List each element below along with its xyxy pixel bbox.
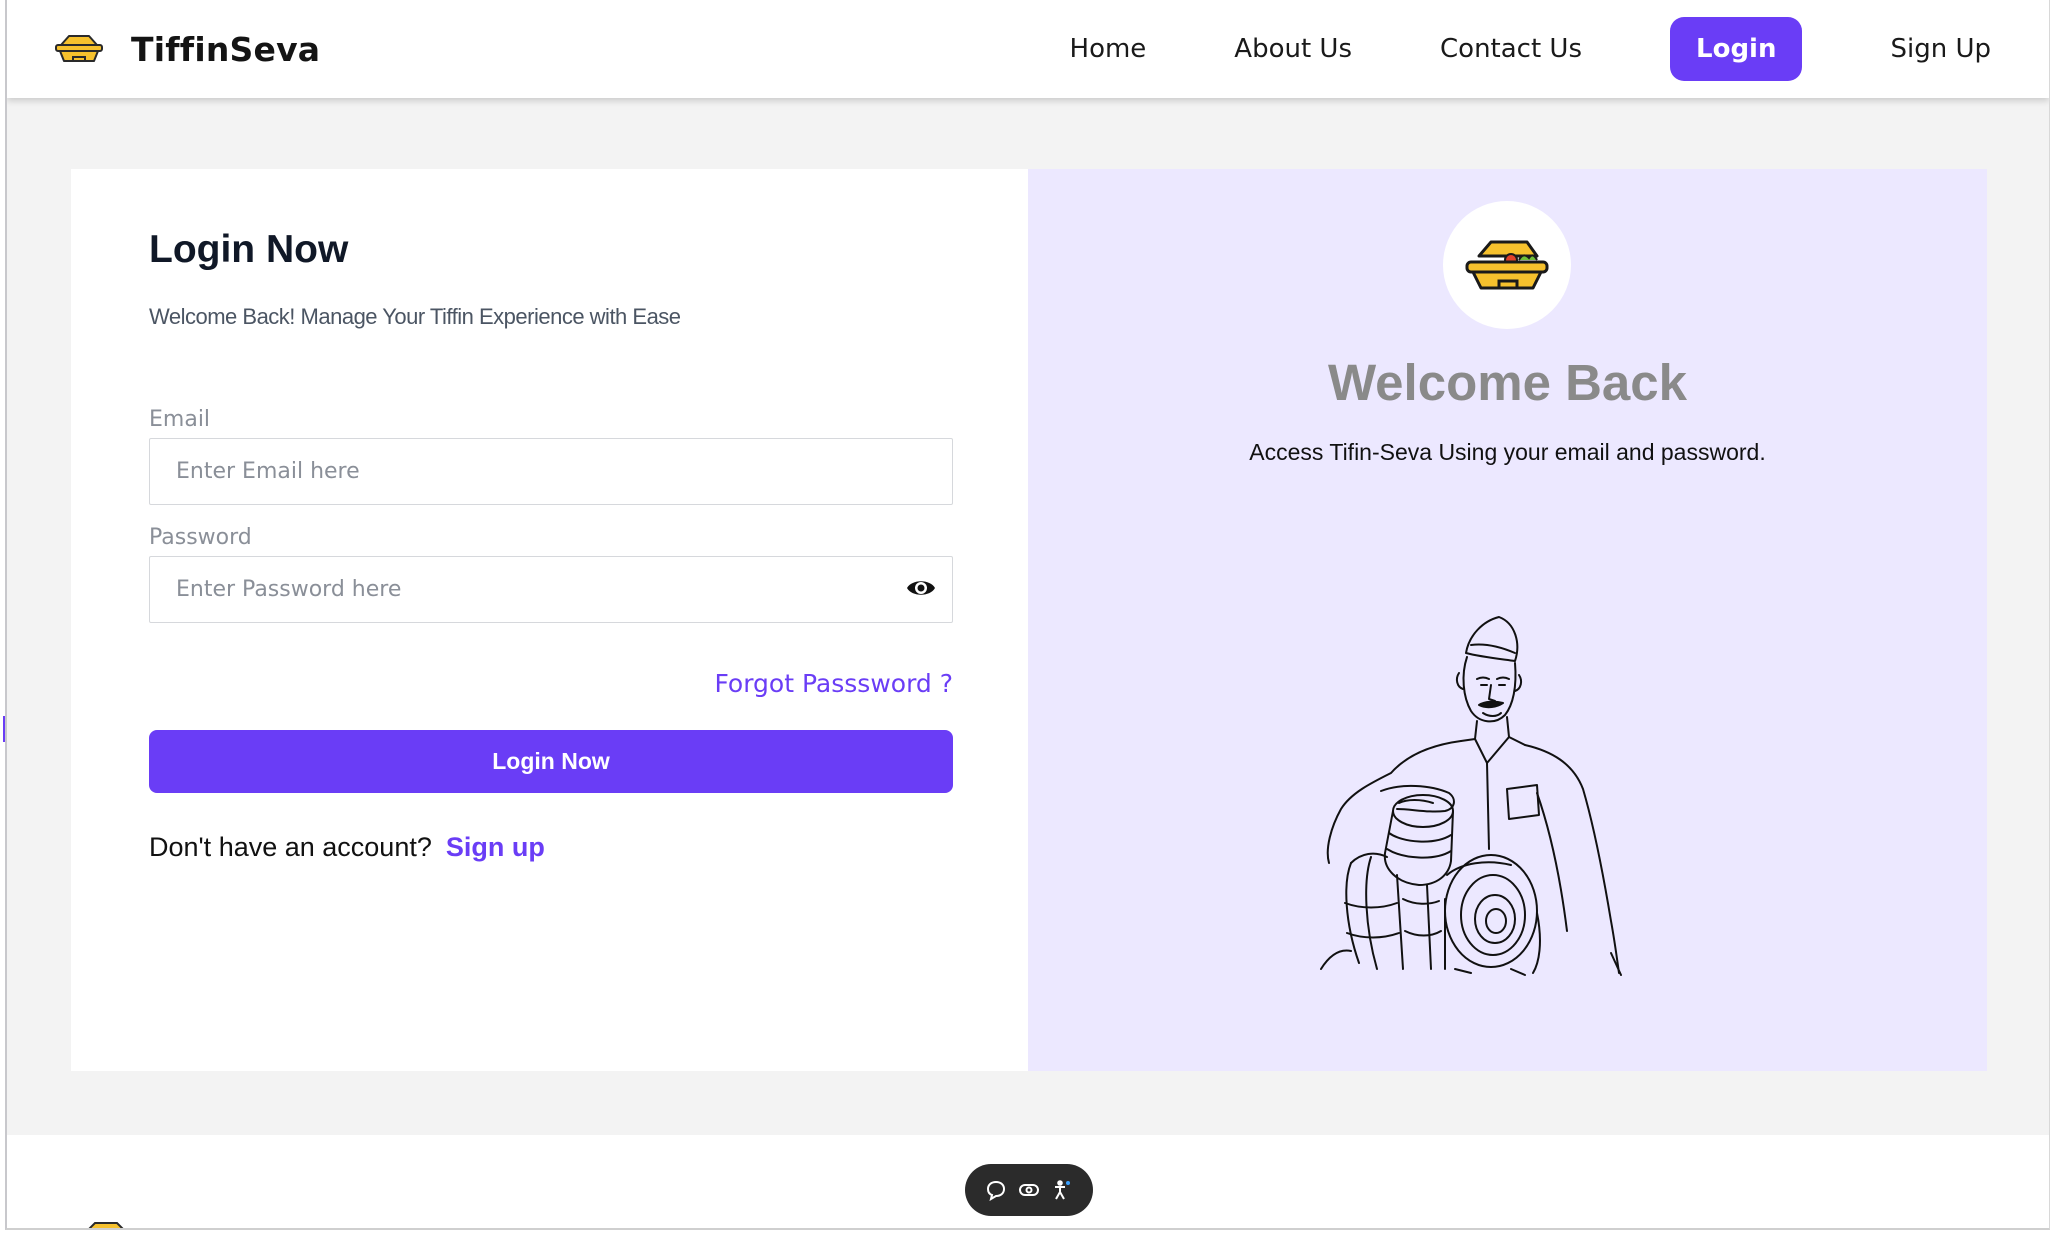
main-nav: Home About Us Contact Us Login Sign Up — [1026, 17, 1993, 81]
login-title: Login Now — [149, 228, 349, 271]
email-label: Email — [149, 407, 211, 432]
welcome-logo — [1443, 201, 1571, 329]
nav-sign-up[interactable]: Sign Up — [1846, 17, 1993, 81]
sign-up-link[interactable]: Sign up — [446, 832, 545, 863]
tiffin-box-icon — [1465, 240, 1549, 290]
welcome-panel: Welcome Back Access Tifin-Seva Using you… — [1028, 169, 1987, 1071]
welcome-title: Welcome Back — [1327, 354, 1688, 411]
login-now-button[interactable]: Login Now — [149, 730, 953, 793]
nav-about-us[interactable]: About Us — [1190, 17, 1396, 81]
signup-prompt: Don't have an account? Sign up — [149, 832, 545, 863]
login-form-panel: Login Now Welcome Back! Manage Your Tiff… — [71, 169, 1028, 1071]
chat-bubble-icon[interactable] — [984, 1178, 1008, 1202]
page: TiffinSeva Home About Us Contact Us Logi… — [0, 0, 2052, 1233]
eye-icon[interactable] — [904, 571, 938, 605]
dabbawala-illustration — [1320, 616, 1622, 976]
floating-toolbar — [965, 1164, 1093, 1216]
login-subtitle: Welcome Back! Manage Your Tiffin Experie… — [149, 304, 681, 329]
nav-contact-us[interactable]: Contact Us — [1396, 17, 1626, 81]
nav-home[interactable]: Home — [1026, 17, 1191, 81]
password-label: Password — [149, 525, 252, 550]
brand-name: TiffinSeva — [131, 29, 321, 69]
no-account-text: Don't have an account? — [149, 832, 432, 862]
navbar: TiffinSeva Home About Us Contact Us Logi… — [7, 0, 2049, 98]
forgot-password-link[interactable]: Forgot Passsword ? — [714, 669, 953, 698]
browser-frame: TiffinSeva Home About Us Contact Us Logi… — [5, 0, 2050, 1230]
tiffin-box-icon — [88, 1222, 124, 1228]
tiffin-box-icon — [55, 35, 103, 62]
nav-login-button[interactable]: Login — [1670, 17, 1803, 81]
welcome-subtitle: Access Tifin-Seva Using your email and p… — [1249, 439, 1766, 465]
brand[interactable]: TiffinSeva — [53, 26, 320, 72]
password-field[interactable] — [149, 556, 953, 623]
accessibility-icon[interactable] — [1050, 1178, 1074, 1202]
email-field[interactable] — [149, 438, 953, 505]
toggle-icon[interactable] — [1017, 1178, 1041, 1202]
login-card: Login Now Welcome Back! Manage Your Tiff… — [71, 169, 1987, 1071]
